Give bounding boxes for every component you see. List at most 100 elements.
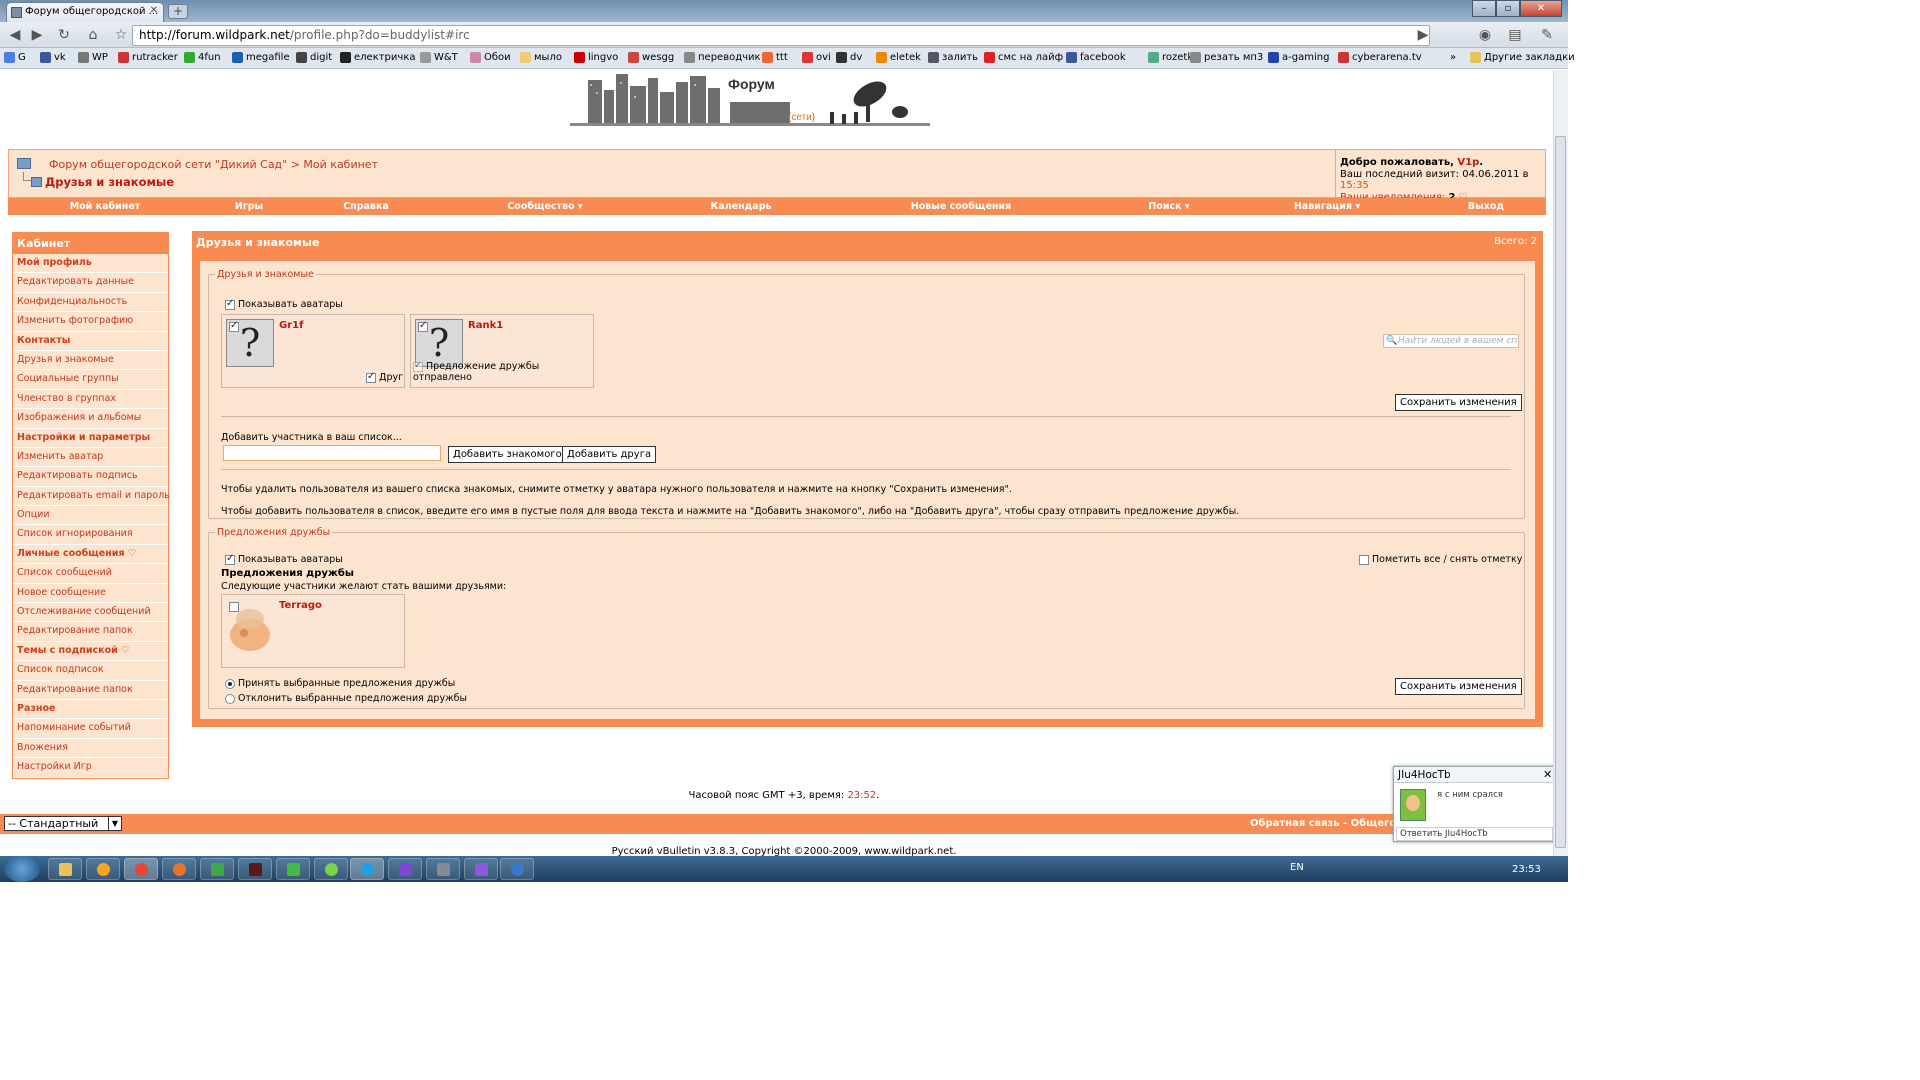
menu-item[interactable]: Мой кабинет (70, 201, 141, 212)
request-checkbox-terrago[interactable] (229, 602, 239, 612)
save-changes-button[interactable]: Сохранить изменения (1395, 394, 1522, 411)
username-link[interactable]: V1p (1457, 157, 1479, 168)
back-icon[interactable]: ◀ (6, 26, 24, 44)
bookmark-item[interactable]: G (4, 52, 26, 63)
sidebar-item[interactable]: Опции (13, 506, 168, 526)
sidebar-section[interactable]: Контакты (13, 332, 168, 351)
sidebar-item[interactable]: Друзья и знакомые (13, 351, 168, 371)
bookmark-item[interactable]: eletek (876, 52, 921, 63)
friend-name-gr1f[interactable]: Gr1f (279, 320, 303, 331)
bookmark-item[interactable]: переводчик (684, 52, 761, 63)
app-taskbar-icon[interactable] (200, 858, 234, 880)
language-indicator[interactable]: EN (1290, 862, 1304, 873)
sidebar-item[interactable]: Изображения и альбомы (13, 409, 168, 429)
bookmark-item[interactable]: 4fun (184, 52, 221, 63)
bookmark-item[interactable]: cyberarena.tv (1338, 52, 1422, 63)
bookmark-item[interactable]: WP (78, 52, 108, 63)
bookmark-item[interactable]: електричка (340, 52, 415, 63)
forward-icon[interactable]: ▶ (28, 26, 46, 44)
sidebar-item[interactable]: Вложения (13, 739, 168, 759)
menu-item[interactable]: Новые сообщения (911, 201, 1011, 212)
add-member-input[interactable] (223, 445, 441, 461)
wrench-icon[interactable]: ✎ (1538, 26, 1556, 44)
app-taskbar-icon[interactable] (500, 858, 534, 880)
sidebar-item[interactable]: Отслеживание сообщений (13, 603, 168, 623)
forum-logo[interactable]: Форум {сети} (570, 72, 930, 130)
search-friends-input[interactable]: Найти людей в вашем сп (1383, 334, 1519, 348)
app-taskbar-icon[interactable] (238, 858, 272, 880)
address-bar[interactable]: http://forum.wildpark.net/profile.php?do… (132, 25, 1430, 46)
minimize-button[interactable]: – (1472, 0, 1496, 17)
reply-input[interactable]: Ответить JIu4HocTb (1396, 827, 1553, 841)
feedback-link[interactable]: Обратная связь - Общегор (1250, 818, 1403, 829)
page-menu-icon[interactable]: ▤ (1506, 26, 1524, 44)
explorer-taskbar-icon[interactable] (48, 858, 82, 880)
app-taskbar-icon[interactable] (276, 858, 310, 880)
decline-option[interactable]: Отклонить выбранные предложения дружбы (225, 693, 467, 704)
bookmark-item[interactable]: смс на лайф (984, 52, 1063, 63)
menu-item[interactable]: Выход (1468, 201, 1504, 212)
show-avatars-option[interactable]: Показывать аватары (225, 553, 343, 565)
request-name-terrago[interactable]: Terrago (279, 600, 322, 611)
app-taskbar-icon[interactable] (86, 858, 120, 880)
sidebar-section[interactable]: Мой профиль (13, 254, 168, 274)
close-tab-icon[interactable]: ✕ (150, 5, 158, 16)
chat-notification[interactable]: JIu4HocTb ✕ я с ним срался Ответить JIu4… (1393, 766, 1556, 842)
show-avatars-option[interactable]: Показывать аватары (225, 298, 343, 310)
show-avatars-checkbox[interactable] (225, 553, 235, 565)
bookmark-item[interactable]: lingvo (574, 52, 618, 63)
sidebar-item[interactable]: Редактирование папок (13, 622, 168, 642)
friend-checkbox-gr1f[interactable] (229, 320, 239, 332)
bookmark-item[interactable]: залить (928, 52, 978, 63)
more-bookmarks-icon[interactable]: » (1450, 52, 1456, 63)
bookmark-item[interactable]: мыло (520, 52, 562, 63)
bookmark-item[interactable]: Обои (470, 52, 511, 63)
close-icon[interactable]: ✕ (1543, 768, 1552, 781)
sidebar-item[interactable]: Настройки Игр (13, 758, 168, 778)
menu-item[interactable]: Календарь (710, 201, 771, 212)
sidebar-section[interactable]: Разное (13, 700, 168, 720)
sidebar-item[interactable]: Редактировать данные (13, 273, 168, 293)
forum-home-icon[interactable] (17, 158, 31, 169)
taskbar-clock[interactable]: 23:53 (1512, 864, 1541, 875)
add-contact-button[interactable]: Добавить знакомого (448, 446, 567, 463)
sidebar-section[interactable]: Темы с подпиской ♡ (13, 642, 168, 662)
browser-tab[interactable]: Форум общегородской ... ✕ (6, 2, 164, 22)
accept-option[interactable]: Принять выбранные предложения дружбы (225, 678, 455, 689)
decline-radio[interactable] (225, 693, 235, 704)
menu-item[interactable]: Поиск ▾ (1148, 201, 1189, 212)
style-select[interactable]: -- Стандартный ▼ (4, 816, 122, 831)
extension-icon[interactable]: ◉ (1476, 26, 1494, 44)
bookmark-item[interactable]: dv (836, 52, 862, 63)
sidebar-item[interactable]: Список подписок (13, 661, 168, 681)
menu-item[interactable]: Навигация ▾ (1294, 201, 1360, 212)
bookmark-item[interactable]: wesgg (628, 52, 674, 63)
menu-item[interactable]: Игры (235, 201, 263, 212)
sidebar-section[interactable]: Личные сообщения ♡ (13, 545, 168, 565)
sidebar-item[interactable]: Членство в группах (13, 390, 168, 410)
star-icon[interactable]: ☆ (112, 26, 130, 44)
sidebar-item[interactable]: Конфиденциальность (13, 293, 168, 313)
sidebar-item[interactable]: Список игнорирования (13, 525, 168, 545)
menu-item[interactable]: Справка (343, 201, 389, 212)
icq-taskbar-icon[interactable] (314, 858, 348, 880)
friend-checkbox-rank1[interactable] (418, 320, 428, 332)
sidebar-item[interactable]: Редактировать email и пароль (13, 487, 170, 507)
breadcrumb[interactable]: Форум общегородской сети "Дикий Сад" > М… (49, 158, 378, 171)
bookmark-item[interactable]: vk (40, 52, 66, 63)
add-friend-button[interactable]: Добавить друга (562, 446, 657, 463)
friend-type-gr1f[interactable]: Друг (366, 371, 403, 383)
start-button[interactable] (4, 856, 40, 882)
home-icon[interactable]: ⌂ (84, 26, 102, 44)
chrome-taskbar-icon[interactable] (124, 858, 158, 880)
mark-all-checkbox[interactable] (1359, 554, 1369, 565)
app-taskbar-icon[interactable] (464, 858, 498, 880)
friend-name-rank1[interactable]: Rank1 (468, 320, 503, 331)
close-window-button[interactable]: ✕ (1520, 0, 1562, 17)
other-bookmarks[interactable]: Другие закладки (1470, 52, 1575, 63)
app-taskbar-icon[interactable] (388, 858, 422, 880)
menu-item[interactable]: Сообщество ▾ (507, 201, 582, 212)
bookmark-item[interactable]: a-gaming (1268, 52, 1329, 63)
bookmark-item[interactable]: W&T (420, 52, 458, 63)
bookmark-item[interactable]: ttt (762, 52, 788, 63)
